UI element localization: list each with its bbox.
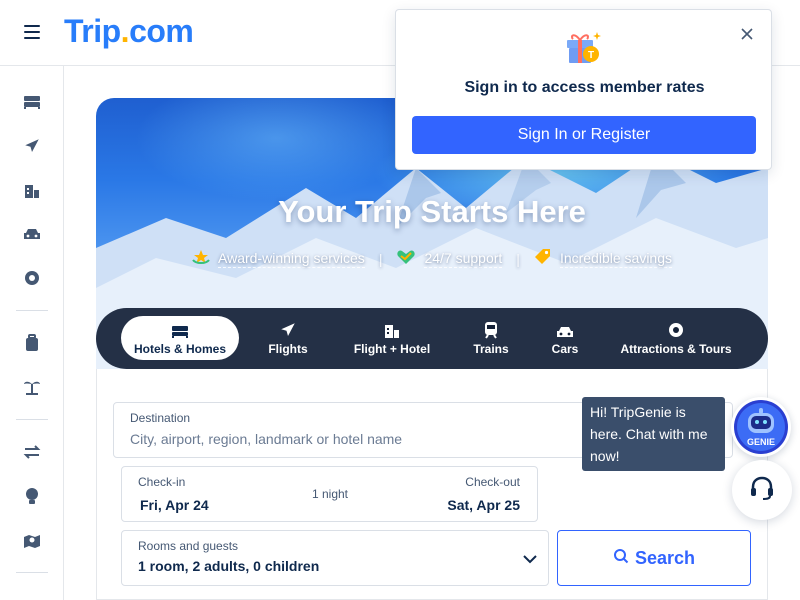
sidebar — [0, 66, 64, 600]
chevron-down-icon — [522, 551, 538, 569]
headset-icon — [748, 474, 776, 507]
award-icon — [192, 248, 210, 269]
tab-label: Flights — [268, 341, 308, 356]
checkout-label: Check-out — [465, 475, 520, 489]
gift-icon: T — [564, 28, 604, 71]
feature-savings-label[interactable]: Incredible savings — [559, 250, 672, 268]
hero-features: Award-winning services | 24/7 support | … — [96, 248, 768, 269]
menu-icon[interactable] — [24, 25, 40, 39]
close-icon[interactable] — [739, 26, 755, 42]
trip-logo[interactable]: Trip.com — [64, 13, 194, 50]
svg-text:GENIE: GENIE — [747, 437, 775, 447]
bed-icon[interactable] — [20, 90, 44, 114]
feature-separator: | — [516, 250, 520, 267]
train-icon — [483, 321, 499, 339]
flight-hotel-icon — [383, 321, 401, 339]
island-icon[interactable] — [20, 375, 44, 399]
car-icon[interactable] — [20, 222, 44, 246]
feature-support[interactable]: 24/7 support — [396, 249, 503, 268]
guests-value: 1 room, 2 adults, 0 children — [138, 558, 320, 574]
destination-label: Destination — [130, 411, 191, 425]
search-button[interactable]: Search — [557, 530, 751, 586]
tab-label: Attractions & Tours — [620, 341, 732, 356]
destination-input[interactable] — [130, 431, 570, 447]
plane-icon — [279, 321, 297, 339]
tripgenie-button[interactable]: GENIE — [731, 397, 791, 457]
feature-award[interactable]: Award-winning services — [192, 248, 365, 269]
signin-register-button[interactable]: Sign In or Register — [412, 116, 756, 154]
tab-cars[interactable]: Cars — [543, 316, 587, 360]
search-button-label: Search — [634, 547, 696, 568]
date-range-field[interactable]: Check-in Fri, Apr 24 1 night Check-out S… — [121, 466, 538, 522]
tab-trains[interactable]: Trains — [466, 316, 516, 360]
tab-attractions-tours[interactable]: Attractions & Tours — [618, 316, 734, 360]
plane-icon[interactable] — [20, 134, 44, 158]
map-pin-icon[interactable] — [20, 528, 44, 552]
tab-label: Hotels & Homes — [133, 341, 227, 356]
exchange-icon[interactable] — [20, 440, 44, 464]
tab-hotels-homes[interactable]: Hotels & Homes — [121, 316, 239, 360]
tab-label: Trains — [473, 341, 509, 356]
product-tabs: Hotels & Homes Flights Flight + Hotel Tr… — [96, 308, 768, 369]
genie-robot-icon: GENIE — [734, 400, 788, 454]
tab-flight-hotel[interactable]: Flight + Hotel — [346, 316, 438, 360]
feature-award-label[interactable]: Award-winning services — [218, 250, 365, 268]
feature-support-label[interactable]: 24/7 support — [424, 250, 503, 268]
tag-icon — [534, 248, 552, 269]
svg-text:T: T — [588, 50, 594, 61]
genie-tooltip[interactable]: Hi! TripGenie is here. Chat with me now! — [582, 397, 725, 471]
guests-label: Rooms and guests — [138, 539, 239, 553]
customer-support-button[interactable] — [732, 460, 792, 520]
sidebar-divider — [16, 310, 48, 311]
lightbulb-icon[interactable] — [20, 484, 44, 508]
bed-icon — [171, 321, 189, 339]
sidebar-divider — [16, 419, 48, 420]
flight-hotel-icon[interactable] — [20, 178, 44, 202]
search-icon — [613, 548, 629, 569]
tab-label: Cars — [551, 341, 579, 356]
feature-separator: | — [378, 250, 383, 267]
signin-popover: T Sign in to access member rates Sign In… — [395, 9, 772, 170]
luggage-icon[interactable] — [20, 331, 44, 355]
tab-label: Flight + Hotel — [353, 341, 431, 356]
signin-title: Sign in to access member rates — [464, 79, 705, 96]
tab-flights[interactable]: Flights — [258, 316, 318, 360]
heart-support-icon — [396, 249, 416, 268]
sidebar-divider — [16, 572, 48, 573]
car-icon — [556, 321, 574, 339]
attractions-icon[interactable] — [20, 266, 44, 290]
checkout-value[interactable]: Sat, Apr 25 — [447, 497, 520, 513]
attractions-icon — [667, 321, 685, 339]
rooms-guests-field[interactable]: Rooms and guests 1 room, 2 adults, 0 chi… — [121, 530, 549, 586]
hero-title: Your Trip Starts Here — [278, 194, 586, 229]
feature-savings[interactable]: Incredible savings — [534, 248, 672, 269]
